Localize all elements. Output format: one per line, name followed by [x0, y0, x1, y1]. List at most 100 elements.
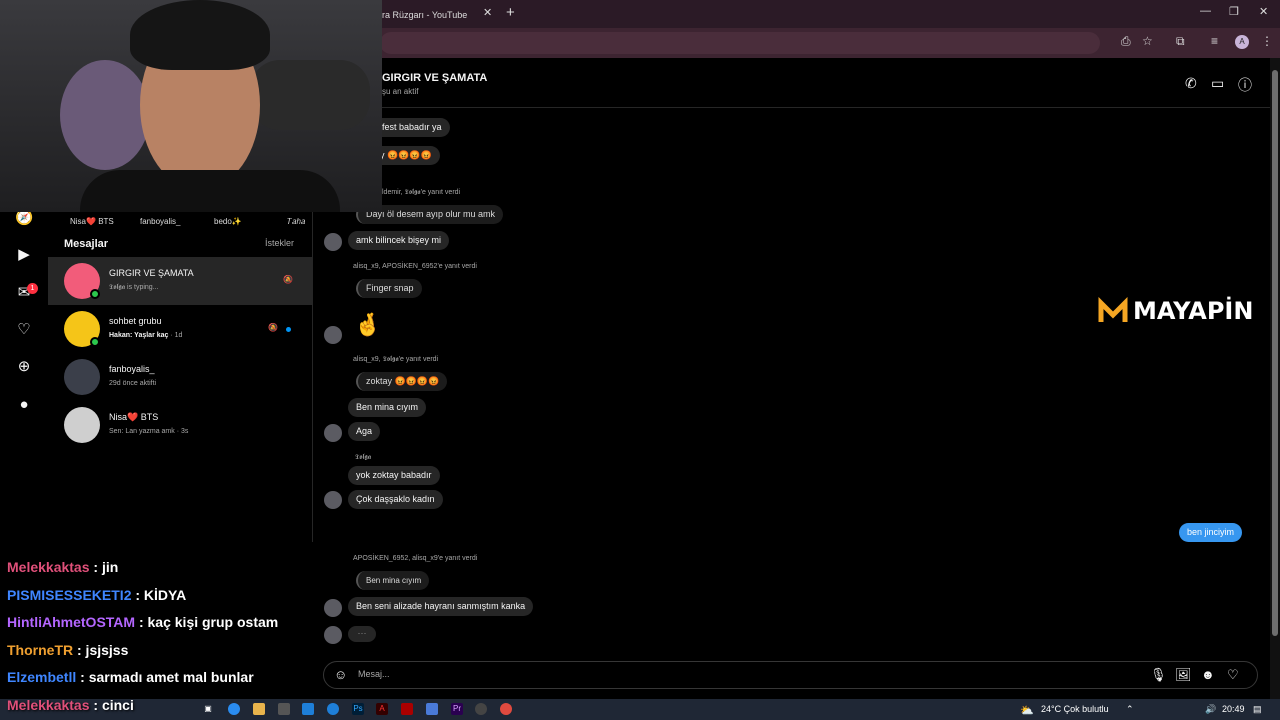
user-avatar [64, 407, 100, 443]
acrobat-icon[interactable]: A [376, 703, 388, 715]
chat-title[interactable]: GIRGIR VE ŞAMATA [382, 72, 487, 84]
bell-off-icon: 🔕 [268, 323, 278, 332]
reply-quote[interactable]: zoktay 😡😡😡😡 [356, 372, 448, 391]
reels-icon[interactable]: ▶ [15, 246, 33, 264]
stream-chat-line: ThorneTR : jsjsjss [7, 642, 128, 658]
message-bubble[interactable]: Aga [348, 422, 381, 441]
stream-chat-user: ThorneTR [7, 642, 74, 658]
clock[interactable]: 20:49 [1222, 704, 1245, 714]
message-bubble[interactable]: Ben mina cıyım [348, 398, 427, 417]
file-explorer-icon[interactable] [253, 703, 265, 715]
notifications-icon[interactable]: ▤ [1253, 704, 1262, 715]
stream-chat-user: Elzembetll [7, 669, 77, 685]
phone-icon[interactable]: ✆ [1185, 75, 1197, 92]
conversation-item[interactable]: sohbet grubu Hakan: Yaşlar kaç · 1d 🔕 [48, 305, 313, 353]
requests-link[interactable]: İstekler [265, 238, 294, 248]
create-plus-icon[interactable]: ⊕ [15, 358, 33, 376]
sender-avatar[interactable] [324, 599, 342, 617]
image-upload-icon[interactable]: 🖼 [1175, 667, 1192, 683]
reply-quote[interactable]: Ben mina cıyım [356, 571, 430, 590]
stream-chat-message: : KİDYA [131, 587, 187, 603]
story-item[interactable]: fanboyalis_ [140, 217, 180, 226]
stream-chat-user: Melekkaktas [7, 559, 90, 575]
chat-status: şu an aktif [382, 87, 419, 96]
bell-off-icon: 🔕 [283, 275, 293, 284]
edge-icon[interactable] [302, 703, 314, 715]
message-bubble[interactable]: ifest babadır ya [372, 118, 450, 137]
inbox-title: Mesajlar [64, 238, 109, 250]
sender-name: 𝕿𝖔𝖑𝖌𝖆 [355, 454, 372, 461]
message-bubble[interactable]: y 😡😡😡😡 [372, 146, 440, 165]
my-message-bubble[interactable]: ben jinciyim [1179, 523, 1243, 542]
sender-avatar[interactable] [324, 233, 342, 251]
tab-close-icon[interactable]: ✕ [483, 6, 492, 19]
sender-avatar[interactable] [324, 326, 342, 344]
stream-chat-line: Elzembetll : sarmadı amet mal bunlar [7, 669, 254, 685]
info-icon[interactable]: ⓘ [1238, 75, 1252, 95]
sender-avatar[interactable] [324, 491, 342, 509]
minimize-icon[interactable]: — [1200, 5, 1211, 17]
reply-quote[interactable]: Finger snap [356, 279, 422, 298]
conversation-item[interactable]: Nisa❤️ BTS Sen: Lan yazma amk · 3s [48, 401, 313, 449]
conversation-item[interactable]: fanboyalis_ 29d önce aktifti [48, 353, 313, 401]
weather-text[interactable]: 24°C Çok bulutlu [1041, 704, 1109, 714]
chrome-active-icon[interactable] [500, 703, 512, 715]
conversation-preview: Hakan: Yaşlar kaç · 1d [109, 332, 182, 339]
profile-avatar[interactable]: A [1235, 35, 1249, 49]
emoji-picker-icon[interactable]: ☺ [334, 667, 347, 682]
media-control-icon[interactable]: ≡ [1211, 34, 1218, 48]
sticker-icon[interactable]: ☻ [1201, 667, 1215, 682]
install-app-icon[interactable]: ⎙ [1121, 34, 1131, 49]
window-close-icon[interactable]: ✕ [1259, 5, 1268, 18]
streamer-hair [130, 0, 270, 70]
omnibox[interactable] [380, 32, 1100, 54]
app-icon[interactable] [401, 703, 413, 715]
stream-chat-line: HintliAhmetOSTAM : kaç kişi grup ostam [7, 614, 278, 630]
message-bubble[interactable]: Ben seni alizade hayranı sanmıştım kanka [348, 597, 534, 616]
obs-icon[interactable] [475, 703, 487, 715]
chat-header: GIRGIR VE ŞAMATA şu an aktif ✆ ▭ ⓘ [382, 58, 1270, 108]
message-bubble[interactable]: amk bilincek bişey mi [348, 231, 450, 250]
story-item[interactable]: 𝑇𝑎ℎ𝑎 [287, 217, 305, 227]
conversation-preview: 29d önce aktifti [109, 380, 157, 387]
stream-chat-user: PISMISESSEKETI2 [7, 587, 132, 603]
browser-icon[interactable] [327, 703, 339, 715]
bookmark-star-icon[interactable]: ☆ [1142, 34, 1153, 48]
browser-tab[interactable]: ra Rüzgarı - YouTube [376, 3, 498, 25]
online-indicator [90, 337, 100, 347]
video-call-icon[interactable]: ▭ [1211, 75, 1224, 92]
scrollbar-thumb[interactable] [1272, 70, 1278, 636]
sender-avatar[interactable] [324, 424, 342, 442]
stream-chat-line: Melekkaktas : jin [7, 559, 118, 575]
unread-dot [286, 327, 291, 332]
tray-expand-icon[interactable]: ⌃ [1126, 704, 1134, 715]
weather-icon[interactable]: ⛅ [1020, 704, 1034, 717]
photoshop-icon[interactable]: Ps [352, 703, 364, 715]
emoji-message[interactable]: 🤞 [354, 312, 381, 338]
extensions-icon[interactable]: ⧉ [1176, 34, 1185, 49]
message-bubble[interactable]: yok zoktay babadır [348, 466, 440, 485]
stream-chat-user: HintliAhmetOSTAM [7, 614, 136, 630]
profile-rail-avatar[interactable]: ● [15, 396, 33, 414]
microphone-icon[interactable]: 🎙 [1150, 667, 1167, 683]
volume-icon[interactable]: 🔊 [1205, 704, 1216, 715]
conversation-item[interactable]: GIRGIR VE ŞAMATA 𝕿𝖔𝖑𝖌𝖆 is typing... 🔕 [48, 257, 313, 305]
sender-avatar[interactable] [324, 626, 342, 644]
conversation-name: Nisa❤️ BTS [109, 412, 159, 422]
notifications-heart-icon[interactable]: ♡ [15, 321, 33, 339]
webcam-overlay [0, 0, 382, 212]
maximize-icon[interactable]: ❐ [1229, 5, 1239, 18]
message-bubble[interactable]: Çok daşşaklo kadın [348, 490, 443, 509]
message-composer: ☺ 🎙 🖼 ☻ ♡ [323, 661, 1258, 689]
story-item[interactable]: bedo✨ [214, 217, 242, 226]
message-input[interactable] [358, 669, 1138, 679]
browser-menu-icon[interactable]: ⋮ [1261, 34, 1273, 48]
premiere-icon[interactable]: Pr [451, 703, 463, 715]
like-heart-icon[interactable]: ♡ [1227, 667, 1239, 683]
story-item[interactable]: Nisa❤️ BTS [70, 217, 114, 226]
new-tab-icon[interactable]: + [506, 4, 515, 21]
task-view-icon[interactable]: ▣ [202, 703, 214, 715]
chrome-icon[interactable] [228, 703, 240, 715]
discord-icon[interactable] [426, 703, 438, 715]
calculator-icon[interactable] [278, 703, 290, 715]
